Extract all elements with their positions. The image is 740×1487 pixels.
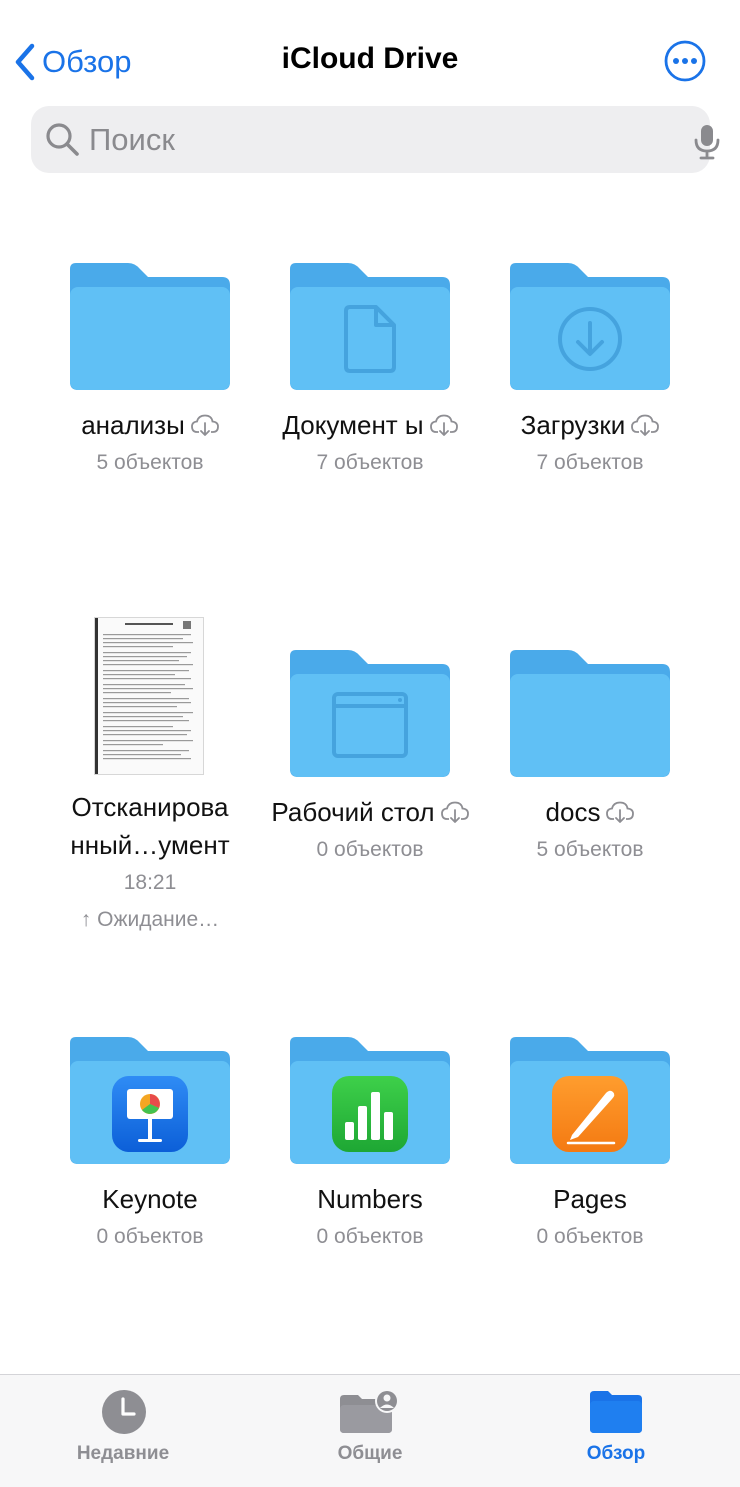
folder-item-docs[interactable]: docs 5 объектов	[475, 650, 705, 868]
cloud-download-icon	[429, 414, 458, 436]
item-name: Рабочий стол	[255, 793, 485, 831]
item-name: Документ ы	[255, 406, 485, 444]
search-bar[interactable]	[31, 106, 720, 173]
folder-item-downloads[interactable]: Загрузки 7 объектов	[475, 263, 705, 481]
item-count: 7 объектов	[536, 451, 644, 474]
item-name: Numbers	[317, 1184, 423, 1214]
shared-folder-icon	[340, 1389, 399, 1433]
more-options-button[interactable]	[664, 40, 706, 82]
folder-item-pages[interactable]: Pages 0 объектов	[475, 1037, 705, 1255]
search-icon	[46, 123, 79, 156]
item-count: 0 объектов	[96, 1225, 204, 1248]
folder-icon	[70, 263, 230, 390]
folder-item-analyses[interactable]: анализы 5 объектов	[35, 263, 265, 481]
scanned-document-thumbnail	[95, 618, 203, 774]
documents-folder-icon	[290, 263, 450, 390]
tab-recents[interactable]: Недавние	[43, 1375, 203, 1487]
cloud-download-icon	[606, 801, 635, 823]
numbers-folder-icon	[290, 1037, 450, 1164]
navigation-bar: Обзор iCloud Drive	[0, 0, 740, 105]
desktop-folder-icon	[290, 650, 450, 777]
cloud-download-icon	[440, 801, 469, 823]
tab-label: Обзор	[586, 1443, 646, 1464]
browse-folder-icon	[590, 1391, 642, 1433]
upload-status: ↑ Ожидание…	[80, 908, 220, 931]
downloads-folder-icon	[510, 263, 670, 390]
item-count: 5 объектов	[96, 451, 204, 474]
item-name: Загрузки	[475, 406, 705, 444]
item-name: Pages	[553, 1184, 627, 1214]
folder-item-documents[interactable]: Документ ы 7 объектов	[255, 263, 485, 481]
tab-shared[interactable]: Общие	[290, 1375, 450, 1487]
folder-icon	[510, 650, 670, 777]
pages-folder-icon	[510, 1037, 670, 1164]
tab-label: Недавние	[76, 1443, 170, 1464]
item-name: Keynote	[102, 1184, 198, 1214]
microphone-icon[interactable]	[693, 124, 721, 160]
item-name: docs	[475, 793, 705, 831]
cloud-download-icon	[190, 414, 219, 436]
clock-icon	[102, 1390, 146, 1434]
item-count: 5 объектов	[536, 838, 644, 861]
keynote-folder-icon	[70, 1037, 230, 1164]
file-item-scanned-document[interactable]: Отсканирова нный…умент 18:21 ↑ Ожидание…	[35, 618, 265, 938]
folder-item-desktop[interactable]: Рабочий стол 0 объектов	[255, 650, 485, 868]
item-count: 7 объектов	[316, 451, 424, 474]
cloud-download-icon	[631, 414, 660, 436]
page-title: iCloud Drive	[281, 42, 459, 75]
item-count: 0 объектов	[536, 1225, 644, 1248]
item-name: анализы	[35, 406, 265, 444]
search-input[interactable]	[89, 106, 649, 173]
tab-label: Общие	[337, 1443, 403, 1464]
item-time: 18:21	[123, 871, 177, 894]
tab-browse[interactable]: Обзор	[536, 1375, 696, 1487]
folder-item-keynote[interactable]: Keynote 0 объектов	[35, 1037, 265, 1255]
folder-item-numbers[interactable]: Numbers 0 объектов	[255, 1037, 485, 1255]
item-name: Отсканирова нный…умент	[70, 792, 230, 860]
item-count: 0 объектов	[316, 1225, 424, 1248]
tab-bar: Недавние Общие Обзор	[0, 1374, 740, 1487]
item-count: 0 объектов	[316, 838, 424, 861]
